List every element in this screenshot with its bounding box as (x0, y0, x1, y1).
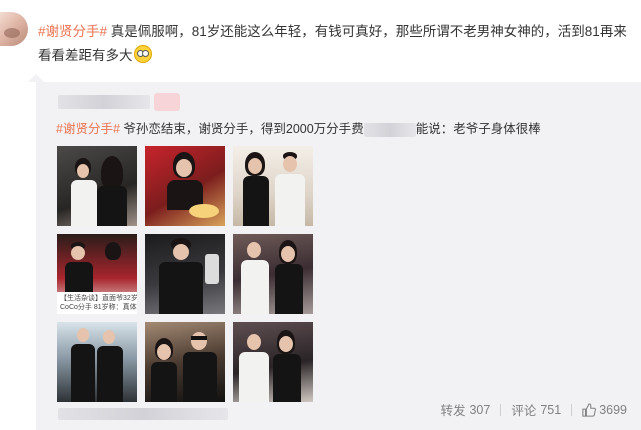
repost-body-part1: 爷孙恋结束，谢贤分手，得到2000万分手费 (119, 122, 364, 136)
repost-count: 307 (469, 402, 491, 417)
repost-body-part2: 能说：老爷子身体很棒 (415, 122, 541, 136)
like-button[interactable]: 3699 (582, 403, 627, 417)
post-body: 真是佩服啊，81岁还能这么年轻，有钱可真好，那些所谓不老男神女神的，活到81再来… (38, 24, 627, 63)
repost-meta-redacted (58, 408, 228, 420)
divider (571, 403, 573, 416)
repost-hashtag-link[interactable]: #谢贤分手# (56, 122, 120, 136)
image-grid: 【生活杂谈】直面爷32岁上海美 CoCo分手 81岁称：真体好别 (57, 146, 313, 402)
action-bar: 转发 307 评论 751 3699 (440, 400, 627, 419)
repost-box: #谢贤分手# 爷孙恋结束，谢贤分手，得到2000万分手费 能说：老爷子身体很棒 (36, 82, 641, 430)
image-thumbnail-8[interactable] (145, 322, 225, 402)
image-thumbnail-5[interactable] (145, 234, 225, 314)
redacted-text (363, 122, 416, 137)
avatar[interactable] (0, 12, 28, 46)
repost-button[interactable]: 转发 307 (440, 400, 490, 419)
repost-user-badge (154, 93, 180, 111)
comment-label: 评论 (511, 404, 537, 418)
image-thumbnail-7[interactable] (57, 322, 137, 402)
image-thumbnail-9[interactable] (233, 322, 313, 402)
thumbs-up-icon (582, 402, 597, 417)
post-hashtag-link[interactable]: #谢贤分手# (38, 24, 107, 39)
emoji-icon (133, 45, 152, 63)
repost-username-redacted[interactable] (58, 95, 150, 109)
divider (500, 403, 502, 416)
image-thumbnail-6[interactable] (233, 234, 313, 314)
repost-label: 转发 (440, 404, 466, 418)
comment-button[interactable]: 评论 751 (511, 400, 561, 419)
repost-text: #谢贤分手# 爷孙恋结束，谢贤分手，得到2000万分手费 能说：老爷子身体很棒 (56, 120, 541, 138)
image-thumbnail-2[interactable] (145, 146, 225, 226)
repost-pointer (28, 74, 44, 82)
thumbnail-caption: 【生活杂谈】直面爷32岁上海美 CoCo分手 81岁称：真体好别 (57, 292, 137, 314)
post-text: #谢贤分手# 真是佩服啊，81岁还能这么年轻，有钱可真好，那些所谓不老男神女神的… (38, 20, 636, 68)
image-thumbnail-3[interactable] (233, 146, 313, 226)
image-thumbnail-4[interactable]: 【生活杂谈】直面爷32岁上海美 CoCo分手 81岁称：真体好别 (57, 234, 137, 314)
image-thumbnail-1[interactable] (57, 146, 137, 226)
like-count: 3699 (599, 402, 627, 417)
comment-count: 751 (540, 402, 562, 417)
